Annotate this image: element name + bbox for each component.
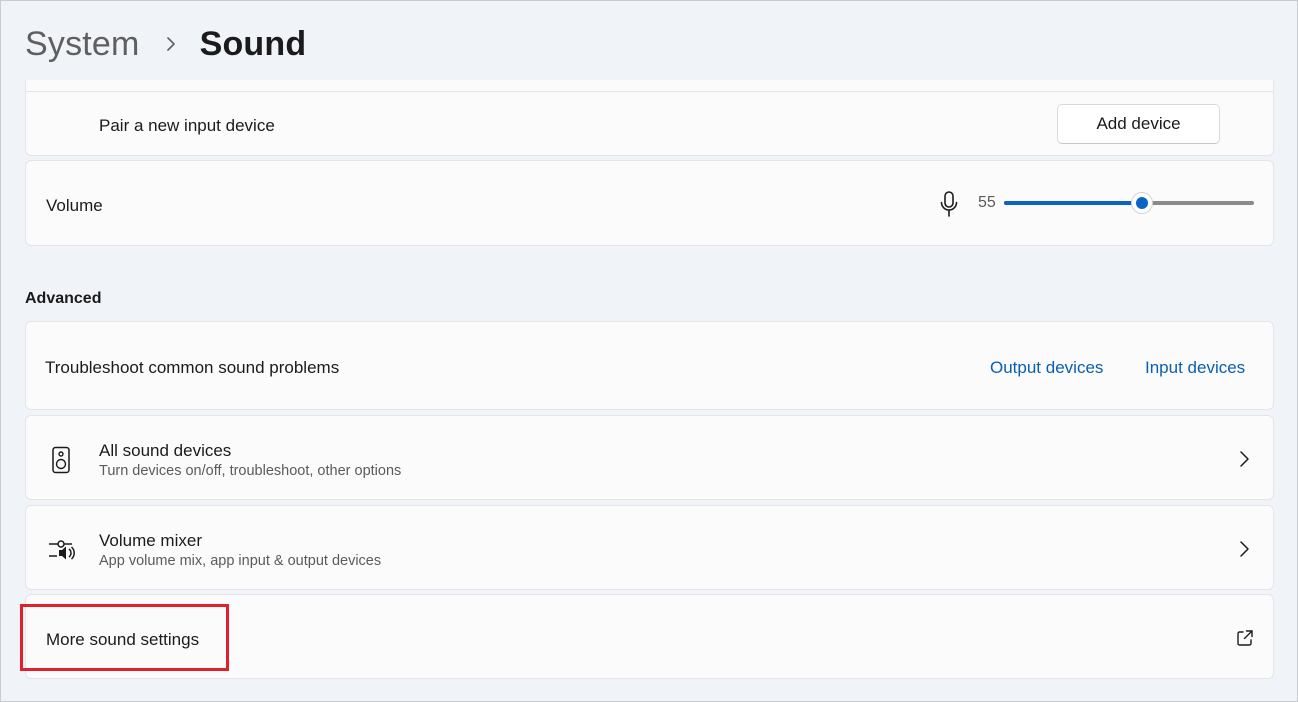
volume-slider-thumb[interactable]	[1130, 192, 1153, 214]
volume-slider[interactable]	[1004, 192, 1254, 214]
chevron-right-icon	[1240, 451, 1249, 467]
all-sound-devices-row[interactable]: All sound devices Turn devices on/off, t…	[25, 415, 1274, 500]
volume-mixer-icon	[49, 540, 75, 560]
volume-mixer-row[interactable]: Volume mixer App volume mix, app input &…	[25, 505, 1274, 590]
all-sound-devices-title: All sound devices	[99, 441, 232, 460]
microphone-icon[interactable]	[938, 190, 960, 218]
troubleshoot-label: Troubleshoot common sound problems	[45, 358, 340, 377]
pair-input-device-label: Pair a new input device	[99, 116, 275, 135]
volume-mixer-subtitle: App volume mix, app input & output devic…	[99, 553, 382, 569]
volume-label: Volume	[46, 196, 103, 215]
chevron-right-icon	[166, 37, 175, 51]
more-sound-settings-label: More sound settings	[46, 630, 200, 649]
speaker-icon	[52, 446, 70, 474]
output-devices-link[interactable]: Output devices	[990, 358, 1103, 378]
page-title: Sound	[199, 24, 307, 63]
troubleshoot-row: Troubleshoot common sound problems Outpu…	[25, 321, 1274, 410]
open-external-icon	[1237, 630, 1253, 646]
breadcrumb-system[interactable]: System	[25, 25, 140, 64]
volume-slider-fill	[1004, 201, 1142, 205]
breadcrumb: System Sound	[25, 19, 306, 69]
advanced-section-title: Advanced	[25, 290, 102, 307]
volume-value: 55	[978, 194, 996, 211]
more-sound-settings-row[interactable]: More sound settings	[25, 594, 1274, 679]
pair-input-device-row: Pair a new input device Add device	[25, 91, 1274, 156]
input-devices-link[interactable]: Input devices	[1145, 358, 1245, 378]
all-sound-devices-subtitle: Turn devices on/off, troubleshoot, other…	[99, 463, 402, 479]
chevron-right-icon	[1240, 541, 1249, 557]
add-device-button[interactable]: Add device	[1057, 104, 1220, 144]
volume-mixer-title: Volume mixer	[99, 531, 202, 550]
